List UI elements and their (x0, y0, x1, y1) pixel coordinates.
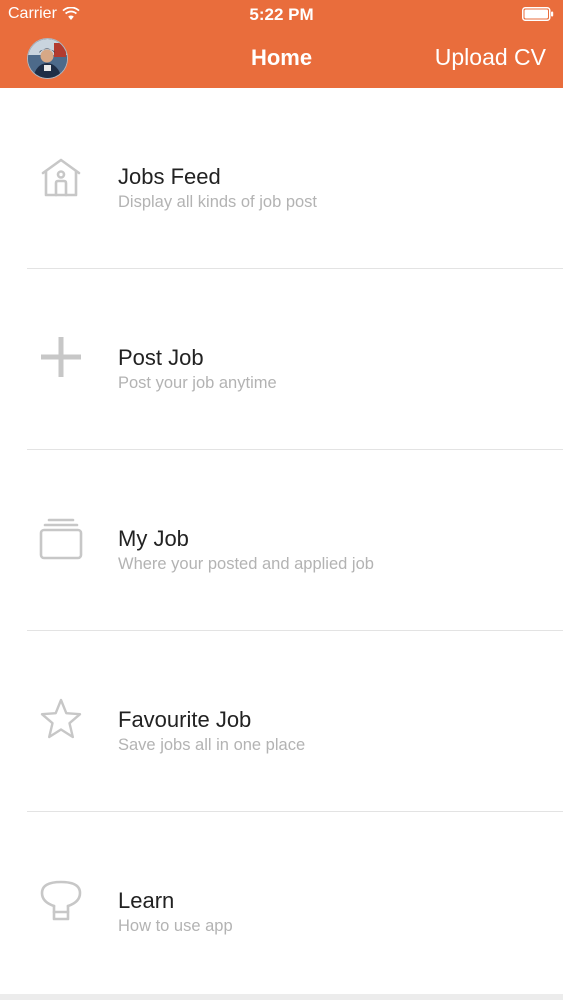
upload-cv-button[interactable]: Upload CV (435, 44, 546, 71)
menu-item-title: Learn (118, 888, 175, 913)
stack-icon (38, 516, 84, 562)
avatar[interactable] (27, 38, 68, 79)
menu-item-learn[interactable]: Learn How to use app (0, 812, 563, 993)
menu-item-subtitle: How to use app (118, 917, 233, 935)
menu-item-subtitle: Post your job anytime (118, 374, 277, 392)
plus-icon (38, 335, 84, 381)
house-icon (38, 154, 84, 200)
header: Carrier 5:22 PM Home Upload CV (0, 0, 563, 88)
lightbulb-icon (38, 878, 84, 924)
menu-item-my-job[interactable]: My Job Where your posted and applied job (0, 450, 563, 631)
menu-list: Jobs Feed Display all kinds of job post … (0, 88, 563, 993)
menu-item-favourite-job[interactable]: Favourite Job Save jobs all in one place (0, 631, 563, 812)
menu-item-subtitle: Where your posted and applied job (118, 555, 374, 573)
star-icon (38, 697, 84, 743)
bottom-divider (0, 994, 563, 1000)
menu-item-title: Jobs Feed (118, 164, 221, 189)
app-screen: Carrier 5:22 PM Home Upload CV Jobs Feed… (0, 0, 563, 1000)
avatar-image (28, 39, 67, 78)
nav-bar: Home Upload CV (0, 30, 563, 88)
menu-item-post-job[interactable]: Post Job Post your job anytime (0, 269, 563, 450)
menu-item-title: My Job (118, 526, 189, 551)
battery-icon (522, 7, 554, 21)
menu-item-title: Post Job (118, 345, 204, 370)
menu-item-subtitle: Save jobs all in one place (118, 736, 306, 754)
menu-item-jobs-feed[interactable]: Jobs Feed Display all kinds of job post (0, 88, 563, 269)
menu-item-title: Favourite Job (118, 707, 252, 732)
status-time: 5:22 PM (249, 5, 314, 24)
menu-item-subtitle: Display all kinds of job post (118, 193, 318, 211)
status-bar: Carrier 5:22 PM (0, 0, 563, 30)
